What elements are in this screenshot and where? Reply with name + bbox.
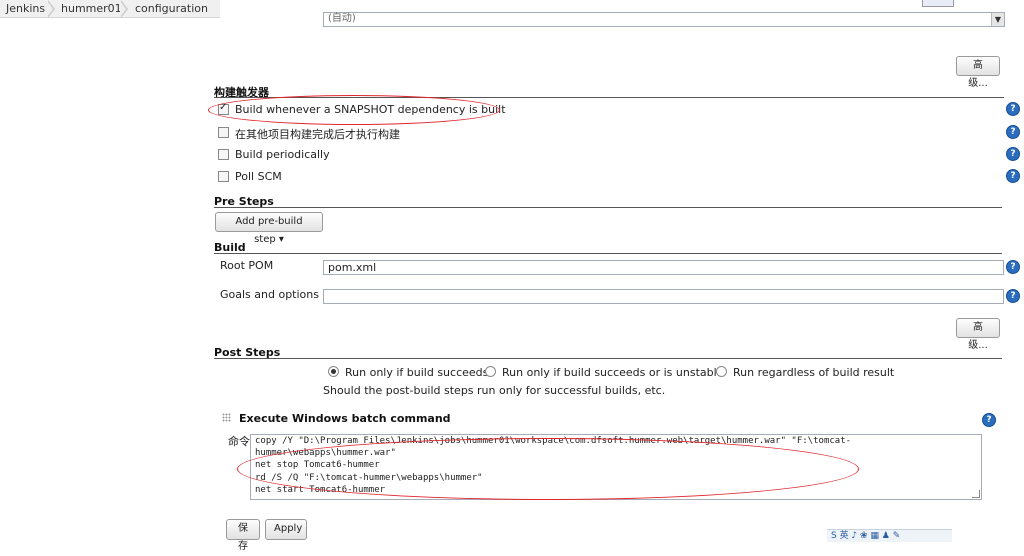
root-pom-input[interactable]: pom.xml [323,260,1004,275]
build-advanced-button[interactable]: 高级... [956,318,1000,351]
trigger-periodic-checkbox[interactable] [218,149,229,160]
help-icon[interactable]: ? [1006,102,1020,116]
radio-unstable[interactable] [485,366,496,377]
help-icon[interactable]: ? [982,413,996,427]
ime-toolbar[interactable]: S 英 ♪ ❀ ▦ ♟ ✎ [827,529,952,542]
advanced-button[interactable]: 高级... [956,56,1000,89]
trigger-snapshot-label: Build whenever a SNAPSHOT dependency is … [235,103,506,116]
radio-succeeds-label: Run only if build succeeds [345,366,489,379]
top-select-value: (自动) [328,13,356,24]
radio-regardless-label: Run regardless of build result [733,366,895,379]
section-divider [214,207,1002,208]
top-select[interactable]: (自动) ▼ [323,12,1005,27]
radio-unstable-label: Run only if build succeeds or is unstabl… [502,366,724,379]
help-icon[interactable]: ? [1006,125,1020,139]
section-divider [214,253,1002,254]
trigger-upstream-checkbox[interactable] [218,127,229,138]
section-divider [214,358,1002,359]
radio-regardless[interactable] [716,366,727,377]
radio-succeeds[interactable] [328,366,339,377]
batch-step-title: Execute Windows batch command [239,412,451,425]
drag-handle-icon[interactable] [222,413,231,422]
breadcrumb-item-configuration[interactable]: configuration [135,2,208,15]
goals-input[interactable] [323,289,1004,304]
apply-button[interactable]: Apply [265,519,307,540]
help-icon[interactable]: ? [1006,147,1020,161]
top-corner-button[interactable] [922,0,954,7]
save-button[interactable]: 保存 [226,519,260,552]
breadcrumb-item-jenkins[interactable]: Jenkins [6,2,45,15]
help-icon[interactable]: ? [1006,260,1020,274]
help-icon[interactable]: ? [1006,289,1020,303]
trigger-snapshot-checkbox[interactable] [218,102,229,115]
root-pom-label: Root POM [220,259,274,272]
command-label: 命令 [228,435,250,448]
add-pre-build-step-button[interactable]: Add pre-build step ▾ [215,212,323,245]
resize-handle-icon[interactable] [972,490,980,498]
command-line: net start Tomcat6-hummer [255,484,386,495]
post-steps-description: Should the post-build steps run only for… [323,384,666,397]
chevron-down-icon: ▼ [991,13,1004,26]
trigger-periodic-label: Build periodically [235,148,330,161]
breadcrumb-separator [47,0,55,18]
command-line: copy /Y "D:\Program Files\Jenkins\jobs\h… [255,436,852,446]
command-line: net stop Tomcat6-hummer [255,460,380,471]
goals-label: Goals and options [220,288,319,301]
trigger-upstream-label: 在其他项目构建完成后才执行构建 [235,128,400,141]
caret-down-icon: ▾ [278,234,284,245]
breadcrumb-item-project[interactable]: hummer01 [61,2,122,15]
trigger-pollscm-checkbox[interactable] [218,171,229,182]
breadcrumb-separator [120,0,128,18]
command-textarea[interactable]: copy /Y "D:\Program Files\Jenkins\jobs\h… [250,434,982,500]
command-line: hummer\webapps\hummer.war" [255,448,396,459]
trigger-pollscm-label: Poll SCM [235,170,282,183]
section-divider [214,97,1004,98]
help-icon[interactable]: ? [1006,169,1020,183]
breadcrumb: Jenkins hummer01 configuration [0,0,220,18]
command-line: rd /S /Q "F:\tomcat-hummer\webapps\humme… [255,472,483,483]
ime-toolbar-text: S 英 ♪ ❀ ▦ ♟ ✎ [831,531,901,541]
